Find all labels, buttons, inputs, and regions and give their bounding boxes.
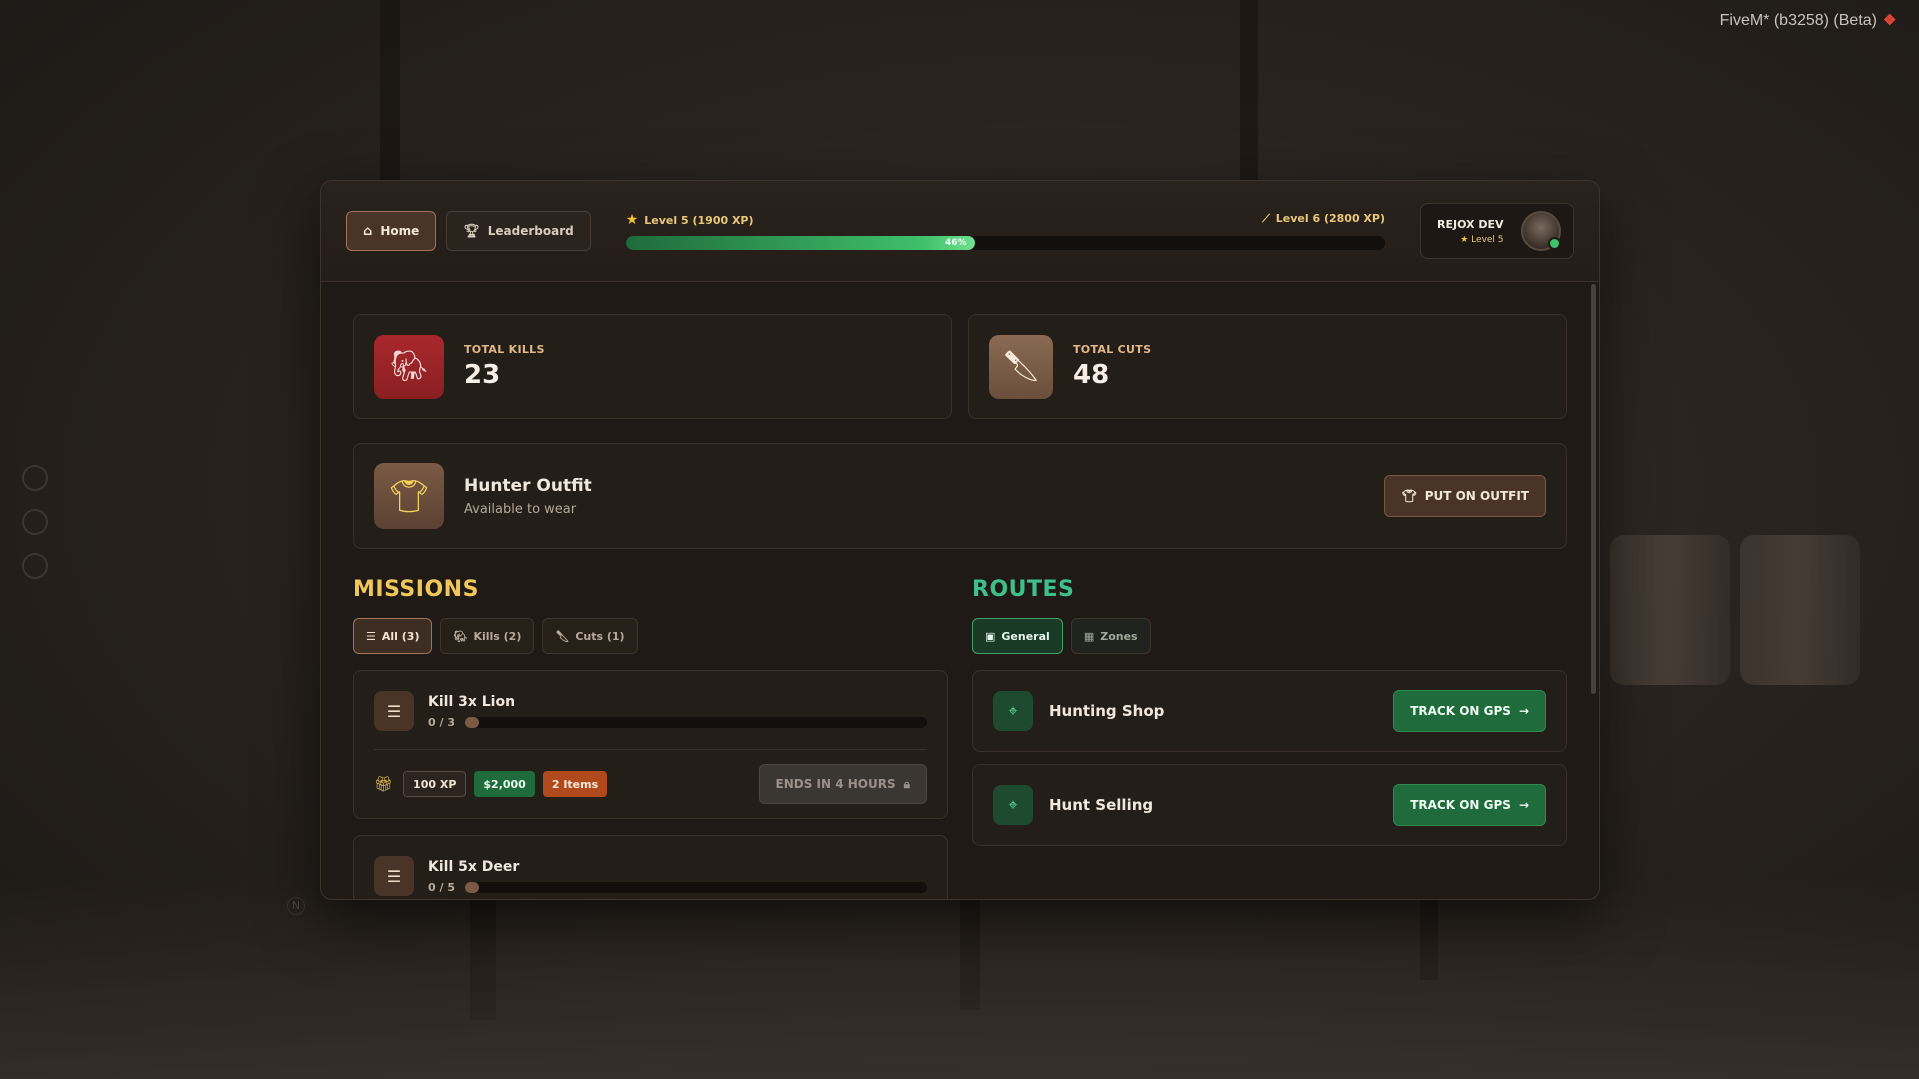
- knife-icon: 🔪︎: [555, 629, 570, 643]
- arrow-right-icon: →: [1518, 704, 1529, 718]
- route-card-hunting-shop: ⌖ Hunting Shop TRACK ON GPS →: [972, 670, 1567, 752]
- route-title: Hunting Shop: [1049, 702, 1165, 720]
- mission-progress-bar: [464, 716, 927, 728]
- hunger-icon: [22, 553, 48, 579]
- armor-icon: [22, 509, 48, 535]
- mission-card: ☰ Kill 5x Deer 0 / 5: [353, 835, 948, 899]
- player-level: ★ Level 5: [1460, 234, 1504, 245]
- avatar: [1521, 211, 1561, 251]
- xp-percent-label: 46%: [944, 238, 967, 248]
- home-icon: ⌂: [363, 223, 373, 239]
- star-icon: ★: [1460, 234, 1469, 245]
- filter-zones[interactable]: ▦ Zones: [1070, 618, 1151, 654]
- animal-icon: 🐘︎: [453, 629, 468, 643]
- outfit-subtitle: Available to wear: [464, 501, 577, 517]
- leaderboard-tab[interactable]: 🏆︎ Leaderboard: [446, 211, 591, 251]
- route-filters: ▣ General ▦ Zones: [972, 618, 1567, 654]
- track-on-gps-button[interactable]: TRACK ON GPS →: [1393, 690, 1546, 732]
- player-hud: [22, 465, 48, 579]
- shirt-icon: 👕︎: [1401, 489, 1417, 503]
- routes-section: ROUTES ▣ General ▦ Zones ⌖ Hunting Shop: [972, 577, 1567, 899]
- reward-items-badge[interactable]: 2 Items: [542, 771, 608, 797]
- home-tab-label: Home: [380, 224, 420, 238]
- filter-general[interactable]: ▣ General: [972, 618, 1063, 654]
- total-cuts-label: TOTAL CUTS: [1073, 343, 1152, 356]
- mission-title: Kill 5x Deer: [428, 858, 520, 875]
- list-icon: ☰: [366, 629, 376, 643]
- mission-title: Kill 3x Lion: [428, 693, 516, 710]
- fivem-build-label: FiveM* (b3258) (Beta) ❖: [1720, 12, 1899, 30]
- reward-icon: 🎁︎: [374, 775, 394, 793]
- store-icon: ▣: [985, 629, 996, 643]
- health-icon: [22, 465, 48, 491]
- filter-kills[interactable]: 🐘︎ Kills (2): [440, 618, 535, 654]
- lock-icon: 🔒︎: [903, 776, 910, 791]
- track-on-gps-button[interactable]: TRACK ON GPS →: [1393, 784, 1546, 826]
- outfit-title: Hunter Outfit: [464, 475, 592, 496]
- missions-section: MISSIONS ☰ All (3) 🐘︎ Kills (2) 🔪︎ Cuts …: [353, 577, 948, 899]
- total-kills-label: TOTAL KILLS: [464, 343, 545, 356]
- shirt-icon: 👕︎: [374, 463, 444, 529]
- leaderboard-tab-label: Leaderboard: [487, 224, 574, 238]
- reward-xp-badge: 100 XP: [403, 771, 467, 797]
- trend-up-icon: ⟋: [1262, 212, 1270, 225]
- animal-icon: 🐘︎: [374, 334, 444, 399]
- hunter-outfit-card: 👕︎ Hunter Outfit Available to wear 👕︎ PU…: [353, 443, 1567, 549]
- mission-progress-bar: [464, 881, 927, 893]
- list-icon: ☰: [374, 856, 414, 896]
- total-kills-card: 🐘︎ TOTAL KILLS 23: [353, 314, 952, 419]
- current-level-label: ★ Level 5 (1900 XP): [625, 212, 754, 228]
- top-bar: ⌂ Home 🏆︎ Leaderboard ★ Level 5 (1900 XP)…: [321, 181, 1599, 282]
- xp-bar: 46%: [625, 236, 1385, 250]
- stats-row: 🐘︎ TOTAL KILLS 23 🔪︎ TOTAL CUTS 48: [353, 314, 1567, 419]
- mission-card: ☰ Kill 3x Lion 0 / 3 🎁︎ 100 XP $2,000 2 …: [353, 670, 948, 819]
- list-icon: ☰: [374, 691, 414, 731]
- player-profile[interactable]: REJOX DEV ★ Level 5: [1420, 203, 1574, 259]
- star-icon: ★: [625, 212, 639, 228]
- reward-cash-badge: $2,000: [474, 771, 535, 797]
- route-card-hunt-selling: ⌖ Hunt Selling TRACK ON GPS →: [972, 764, 1567, 846]
- home-tab[interactable]: ⌂ Home: [346, 211, 437, 251]
- xp-progress: ★ Level 5 (1900 XP) ⟋ Level 6 (2800 XP) 46…: [625, 212, 1385, 250]
- mission-progress-count: 0 / 3: [428, 715, 455, 729]
- routes-title: ROUTES: [972, 577, 1075, 602]
- mission-filters: ☰ All (3) 🐘︎ Kills (2) 🔪︎ Cuts (1): [353, 618, 948, 654]
- compass-icon: N: [287, 897, 305, 915]
- missions-title: MISSIONS: [353, 577, 479, 602]
- filter-all[interactable]: ☰ All (3): [353, 618, 433, 654]
- main-content: 🐘︎ TOTAL KILLS 23 🔪︎ TOTAL CUTS 48 👕︎ Hu…: [321, 282, 1599, 899]
- map-icon: ▦: [1083, 629, 1095, 643]
- total-kills-value: 23: [464, 360, 501, 390]
- map-pin-icon: ⌖: [993, 785, 1033, 825]
- knife-icon: 🔪︎: [989, 334, 1053, 399]
- route-title: Hunt Selling: [1049, 796, 1154, 814]
- columns: MISSIONS ☰ All (3) 🐘︎ Kills (2) 🔪︎ Cuts …: [353, 577, 1567, 899]
- fivem-logo-icon: ❖: [1883, 12, 1897, 29]
- xp-bar-fill: [625, 236, 975, 250]
- player-name: REJOX DEV: [1437, 217, 1504, 231]
- total-cuts-value: 48: [1073, 360, 1110, 390]
- mission-ends-button[interactable]: ENDS IN 4 HOURS 🔒︎: [758, 764, 927, 804]
- put-on-outfit-button[interactable]: 👕︎ PUT ON OUTFIT: [1384, 475, 1546, 517]
- trophy-icon: 🏆︎: [463, 223, 480, 239]
- hunting-menu-panel: ⌂ Home 🏆︎ Leaderboard ★ Level 5 (1900 XP)…: [320, 180, 1600, 900]
- total-cuts-card: 🔪︎ TOTAL CUTS 48: [968, 314, 1567, 419]
- arrow-right-icon: →: [1518, 798, 1529, 812]
- filter-cuts[interactable]: 🔪︎ Cuts (1): [542, 618, 638, 654]
- next-level-label: ⟋ Level 6 (2800 XP): [1262, 212, 1385, 225]
- map-pin-icon: ⌖: [993, 691, 1033, 731]
- mission-progress-count: 0 / 5: [428, 880, 455, 894]
